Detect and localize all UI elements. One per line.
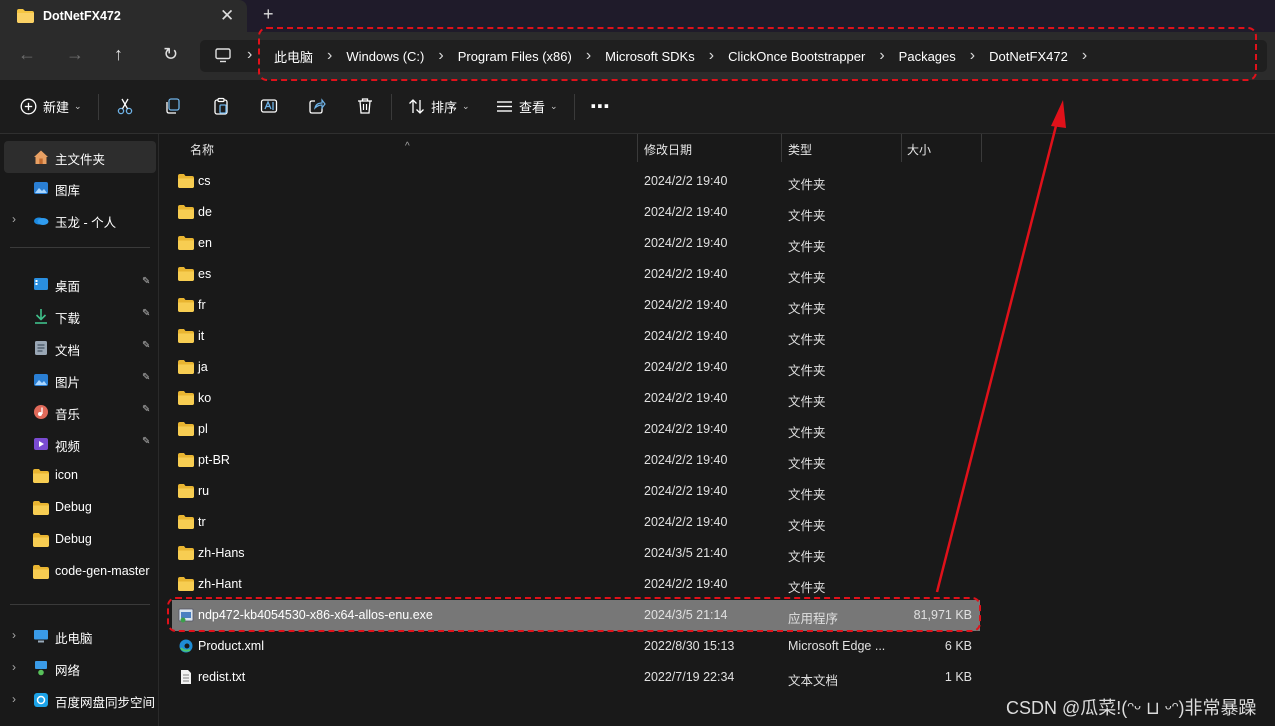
annotation-arrow bbox=[935, 100, 1066, 593]
watermark: CSDN @瓜菜!(ᵔᵕ ⊔ ᵕᵔ)非常暴躁 bbox=[1006, 698, 1257, 718]
